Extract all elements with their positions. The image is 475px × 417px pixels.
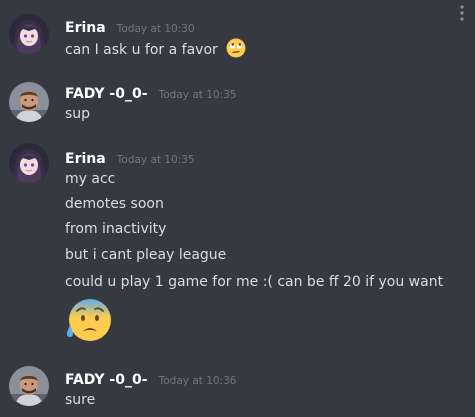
message-line: sup bbox=[65, 105, 90, 123]
message-text: could u play 1 game for me :( can be ff … bbox=[65, 274, 444, 290]
message-text: my acc bbox=[65, 171, 116, 187]
avatar-fady[interactable] bbox=[9, 366, 49, 406]
message-line: can I ask u for a favor bbox=[65, 38, 246, 63]
message-line: could u play 1 game for me :( can be ff … bbox=[65, 273, 443, 291]
message-line: demotes soon bbox=[65, 195, 164, 213]
message-line: but i cant pleay league bbox=[65, 246, 226, 264]
message-line: sure bbox=[65, 391, 95, 409]
message-header: Erina Today at 10:30 bbox=[65, 17, 195, 37]
message-text: sure bbox=[65, 392, 96, 408]
username[interactable]: FADY -0_0- bbox=[65, 372, 148, 388]
message-line: from inactivity bbox=[65, 220, 166, 238]
username[interactable]: FADY -0_0- bbox=[65, 86, 148, 102]
message-header: FADY -0_0- Today at 10:35 bbox=[65, 83, 236, 103]
message-text: can I ask u for a favor bbox=[65, 42, 218, 58]
username[interactable]: Erina bbox=[65, 151, 106, 167]
message-header: FADY -0_0- Today at 10:36 bbox=[65, 369, 236, 389]
rolling-eyes-emoji-icon[interactable] bbox=[226, 38, 246, 63]
message-text: from inactivity bbox=[65, 221, 167, 237]
message-line: my acc bbox=[65, 170, 115, 188]
username[interactable]: Erina bbox=[65, 20, 106, 36]
message-text: demotes soon bbox=[65, 196, 164, 212]
avatar-fady[interactable] bbox=[9, 82, 49, 122]
timestamp: Today at 10:36 bbox=[158, 375, 237, 387]
message-text: sup bbox=[65, 106, 91, 122]
more-options-icon[interactable] bbox=[457, 4, 467, 26]
timestamp: Today at 10:35 bbox=[116, 154, 195, 166]
avatar-erina[interactable] bbox=[9, 143, 49, 183]
message-text: but i cant pleay league bbox=[65, 247, 227, 263]
timestamp: Today at 10:35 bbox=[158, 89, 237, 101]
avatar-erina[interactable] bbox=[9, 14, 49, 54]
anxious-face-with-sweat-emoji-icon[interactable] bbox=[64, 296, 114, 348]
timestamp: Today at 10:30 bbox=[116, 23, 195, 35]
message-header: Erina Today at 10:35 bbox=[65, 148, 195, 168]
